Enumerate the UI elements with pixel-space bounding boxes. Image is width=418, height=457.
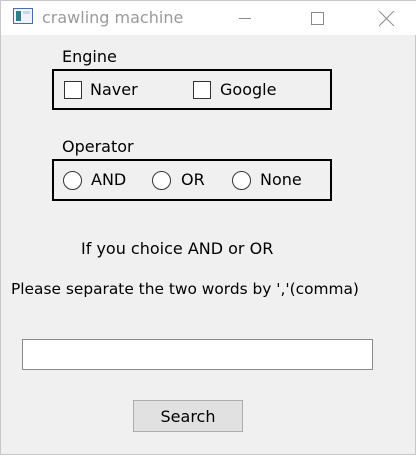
minimize-icon	[239, 17, 251, 19]
operator-group-label: Operator	[62, 137, 134, 156]
naver-checkbox[interactable]	[64, 81, 82, 99]
minimize-button[interactable]	[222, 1, 268, 35]
and-radio-label[interactable]: AND	[91, 170, 126, 190]
engine-group-label: Engine	[62, 47, 117, 66]
maximize-icon	[310, 11, 324, 25]
or-radio-label[interactable]: OR	[181, 170, 205, 190]
app-icon	[13, 8, 33, 24]
instruction-line-2: Please separate the two words by ','(com…	[11, 280, 359, 298]
or-radio[interactable]	[152, 171, 171, 190]
google-checkbox[interactable]	[193, 81, 211, 99]
operator-group-box: AND OR None	[52, 159, 332, 201]
close-button[interactable]	[364, 1, 410, 35]
search-input[interactable]	[22, 339, 373, 370]
naver-checkbox-label[interactable]: Naver	[90, 80, 138, 100]
engine-group-box: Naver Google	[52, 69, 332, 110]
none-radio-label[interactable]: None	[260, 170, 302, 190]
google-checkbox-label[interactable]: Google	[220, 80, 276, 100]
title-bar[interactable]: crawling machine	[1, 1, 417, 35]
window-title: crawling machine	[42, 8, 184, 27]
none-radio[interactable]	[232, 171, 251, 190]
app-window: crawling machine Engine Naver Google Ope…	[0, 0, 417, 455]
instruction-line-1: If you choice AND or OR	[81, 239, 274, 258]
maximize-button[interactable]	[294, 1, 340, 35]
search-button[interactable]: Search	[133, 400, 243, 432]
close-icon	[379, 10, 395, 26]
and-radio[interactable]	[63, 171, 82, 190]
